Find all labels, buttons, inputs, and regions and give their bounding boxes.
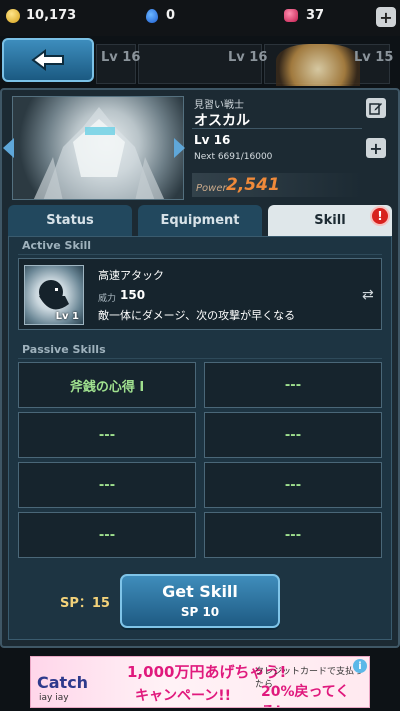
back-button[interactable]	[2, 38, 94, 82]
ad-sub: iay iay	[39, 693, 69, 703]
character-name: オスカル	[194, 113, 250, 129]
passive-skill-slot-1[interactable]: 斧銭の心得 I	[18, 362, 196, 408]
active-skill-name: 高速アタック	[98, 269, 164, 282]
currency-bar: 10,173 0 37 +	[0, 0, 400, 36]
next-character-arrow-icon[interactable]	[174, 138, 185, 158]
gem-counter: 37	[284, 8, 324, 23]
passive-skill-slot-4[interactable]: ---	[204, 412, 382, 458]
character-portrait	[12, 96, 184, 200]
character-level: Lv 16	[194, 133, 231, 147]
active-skill-description: 敵一体にダメージ、次の攻撃が早くなる	[98, 309, 296, 322]
get-skill-cost: SP 10	[180, 605, 220, 619]
passive-skill-slot-5[interactable]: ---	[18, 462, 196, 508]
gem-amount: 37	[306, 8, 325, 23]
passive-skill-slot-2[interactable]: ---	[204, 362, 382, 408]
get-skill-label: Get Skill	[162, 582, 238, 601]
passive-skills-divider	[18, 358, 382, 359]
red-gem-icon	[284, 9, 298, 22]
edit-pencil-icon	[369, 103, 382, 115]
power-value: 2,541	[226, 175, 280, 195]
ad-banner[interactable]: Catch iay iay 1,000万円あげちゃう! キャンペーン!! クレジ…	[30, 656, 370, 708]
strip-level-1: Lv 16	[101, 50, 141, 65]
strip-character-portrait[interactable]	[276, 44, 360, 86]
active-skill-level: Lv 1	[55, 311, 79, 322]
potion-counter: 0	[146, 8, 175, 23]
active-skill-power-label: 威力	[98, 294, 117, 304]
strip-level-2: Lv 16	[228, 50, 268, 65]
back-arrow-icon	[31, 49, 64, 71]
ad-info-icon[interactable]: i	[353, 659, 367, 673]
edit-name-button[interactable]	[366, 98, 386, 118]
passive-skills-section-title: Passive Skills	[22, 343, 106, 356]
armored-knight-illustration	[33, 107, 165, 199]
passive-skill-slot-6[interactable]: ---	[204, 462, 382, 508]
passive-skill-slot-7[interactable]: ---	[18, 512, 196, 558]
gold-coin-icon	[6, 8, 20, 23]
gold-counter: 10,173	[6, 8, 76, 23]
active-skill-power-value: 150	[120, 288, 146, 302]
passive-skill-slot-8[interactable]: ---	[204, 512, 382, 558]
blue-potion-icon	[146, 8, 158, 23]
buy-currency-plus-icon[interactable]: +	[376, 7, 396, 27]
alert-icon: !	[370, 206, 390, 226]
active-skill-icon: Lv 1	[24, 265, 84, 325]
potion-amount: 0	[166, 8, 176, 23]
character-plus-button[interactable]: +	[366, 138, 386, 158]
power-label: Power	[196, 183, 227, 194]
swap-skill-icon[interactable]: ⇄	[362, 287, 374, 303]
ad-brand: Catch	[37, 673, 89, 692]
get-skill-button[interactable]: Get Skill SP 10	[120, 574, 280, 628]
ad-right-2: 20%戻ってくる!	[261, 684, 350, 707]
next-exp: Next 6691/16000	[194, 152, 273, 162]
character-class: 見習い戦士	[194, 100, 244, 111]
ad-headline-2: キャンペーン!!	[135, 688, 232, 704]
passive-skill-slot-3[interactable]: ---	[18, 412, 196, 458]
tab-status[interactable]: Status	[8, 205, 132, 236]
prev-character-arrow-icon[interactable]	[3, 138, 14, 158]
strip-level-3: Lv 15	[354, 50, 394, 65]
gold-amount: 10,173	[26, 8, 77, 23]
active-skill-divider	[18, 254, 382, 255]
active-skill-section-title: Active Skill	[22, 239, 92, 252]
tab-equipment[interactable]: Equipment	[138, 205, 262, 236]
skill-points: SP：15	[60, 596, 110, 611]
info-divider	[192, 128, 362, 129]
